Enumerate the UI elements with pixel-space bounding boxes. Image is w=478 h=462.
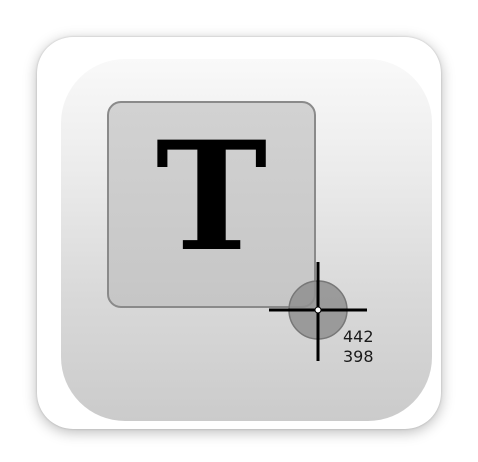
cursor-x-readout: 442 bbox=[343, 327, 374, 346]
app-icon-stage: T 442 398 bbox=[0, 0, 478, 462]
cursor-y-readout: 398 bbox=[343, 347, 374, 366]
crosshair-center bbox=[314, 306, 322, 314]
text-glyph: T bbox=[155, 109, 268, 285]
